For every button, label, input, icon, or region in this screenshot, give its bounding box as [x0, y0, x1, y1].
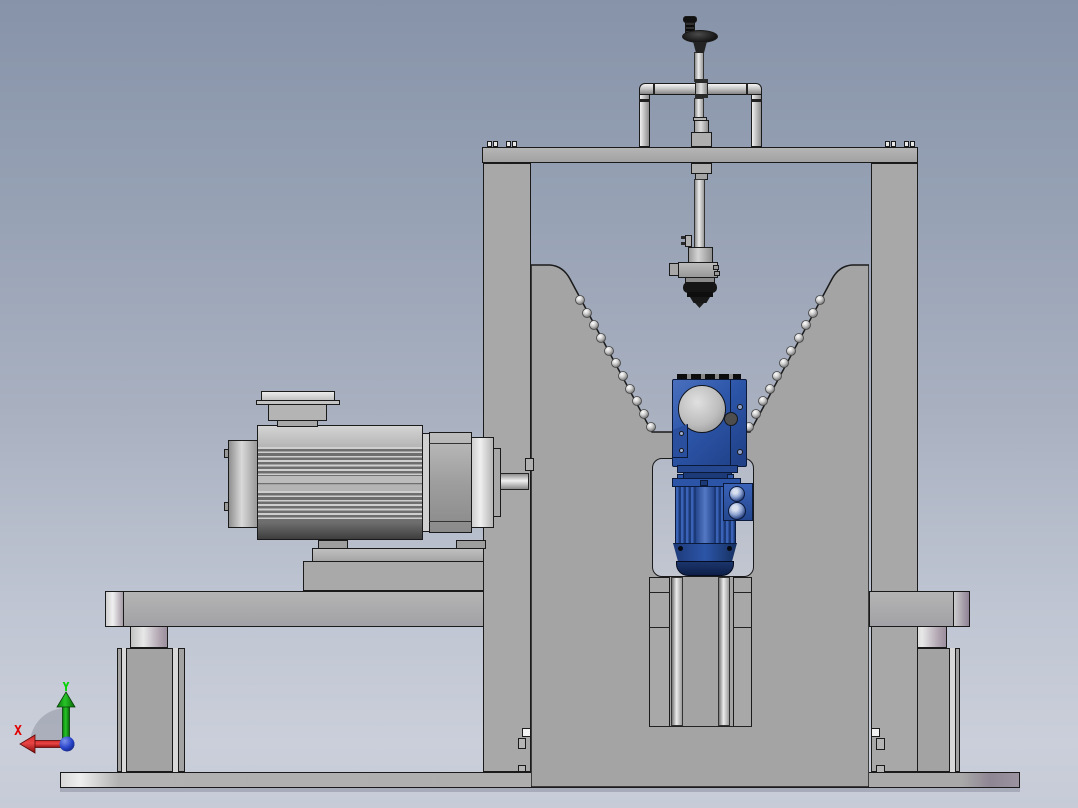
hmotor-front-housing — [429, 432, 472, 533]
tube-fitting-4 — [751, 99, 762, 102]
head-body — [678, 262, 718, 278]
hmotor-top-band — [258, 426, 422, 447]
hmotor-junction-neck — [277, 420, 318, 427]
gearbox-ear-hole-2 — [679, 448, 684, 453]
table-slab-left-cap — [105, 591, 124, 627]
right-leg-slot-2 — [949, 648, 956, 772]
beam-bolt-6 — [891, 141, 896, 147]
triad-arc — [30, 708, 66, 744]
gearbox-ear-hole-1 — [679, 431, 684, 436]
left-bracket-clamp — [518, 738, 526, 749]
handwheel[interactable] — [682, 30, 718, 43]
beam-bolt-3 — [506, 141, 511, 147]
left-leg-slot-1 — [121, 648, 127, 772]
vertical-motor-plug — [700, 480, 708, 486]
head-cylinder — [688, 247, 713, 263]
tube-fitting-1 — [653, 83, 655, 95]
column-shaft-tab — [525, 458, 534, 471]
pedestal-block — [303, 561, 484, 591]
vertical-motor-cap — [676, 561, 734, 576]
head-left-attachment — [669, 263, 679, 276]
lift-frame-left-block — [649, 577, 670, 727]
vertical-motor-center-band — [696, 487, 714, 543]
tube-fitting-3 — [639, 99, 650, 102]
left-bracket-foot — [518, 765, 526, 772]
handle-tube-left[interactable] — [639, 88, 650, 147]
guide-rod-left — [671, 577, 683, 726]
beam-bolt-4 — [512, 141, 517, 147]
table-slab-right-cap — [953, 591, 970, 627]
spindle-shaft-upper — [694, 52, 704, 82]
right-bracket-clamp — [876, 738, 885, 750]
gearbox-screw-1 — [737, 404, 743, 410]
nozzle-band — [687, 292, 713, 297]
hmotor-junction-body — [268, 404, 327, 421]
left-leg-cylinder — [130, 627, 168, 648]
head-side-bracket — [685, 235, 692, 247]
right-frame-column — [871, 163, 918, 772]
orientation-triad[interactable]: Y X — [10, 682, 90, 762]
y-axis-label: Y — [62, 682, 70, 695]
cad-viewport[interactable]: Y X — [0, 0, 1078, 808]
beam-bolt-7 — [904, 141, 909, 147]
lift-frame-right-block — [733, 577, 752, 727]
x-axis-label: X — [14, 724, 22, 739]
beam-bolt-2 — [493, 141, 498, 147]
top-beam — [482, 147, 918, 163]
left-bracket-block — [522, 728, 531, 737]
left-leg-slot-2 — [172, 648, 179, 772]
table-slab-left — [105, 591, 484, 627]
beam-bolt-1 — [487, 141, 492, 147]
gearbox-screw-2 — [737, 449, 743, 455]
right-bracket-block — [871, 728, 880, 737]
hmotor-smooth-band — [258, 476, 422, 491]
cable-gland-2 — [728, 502, 746, 520]
head-nub-2 — [714, 271, 720, 276]
pedestal-plate — [312, 548, 484, 562]
hmotor-shaft — [500, 473, 529, 490]
handle-tube-right[interactable] — [751, 88, 762, 147]
right-bracket-foot — [876, 765, 885, 773]
spindle-shaft-lower — [694, 179, 705, 248]
triad-origin — [59, 736, 75, 752]
beam-collar-top — [691, 132, 712, 147]
beam-bolt-8 — [910, 141, 915, 147]
hmotor-flange — [471, 437, 494, 528]
hmotor-bottom-band — [258, 522, 422, 539]
head-nub-1 — [713, 265, 719, 270]
hmotor-rear-cap — [228, 440, 258, 528]
cable-gland-1 — [729, 486, 745, 502]
spindle-shaft-mid — [694, 98, 704, 118]
gearbox-plug — [724, 412, 738, 426]
guide-rod-right — [718, 577, 730, 726]
beam-bolt-5 — [885, 141, 890, 147]
tube-fitting-2 — [746, 83, 748, 95]
